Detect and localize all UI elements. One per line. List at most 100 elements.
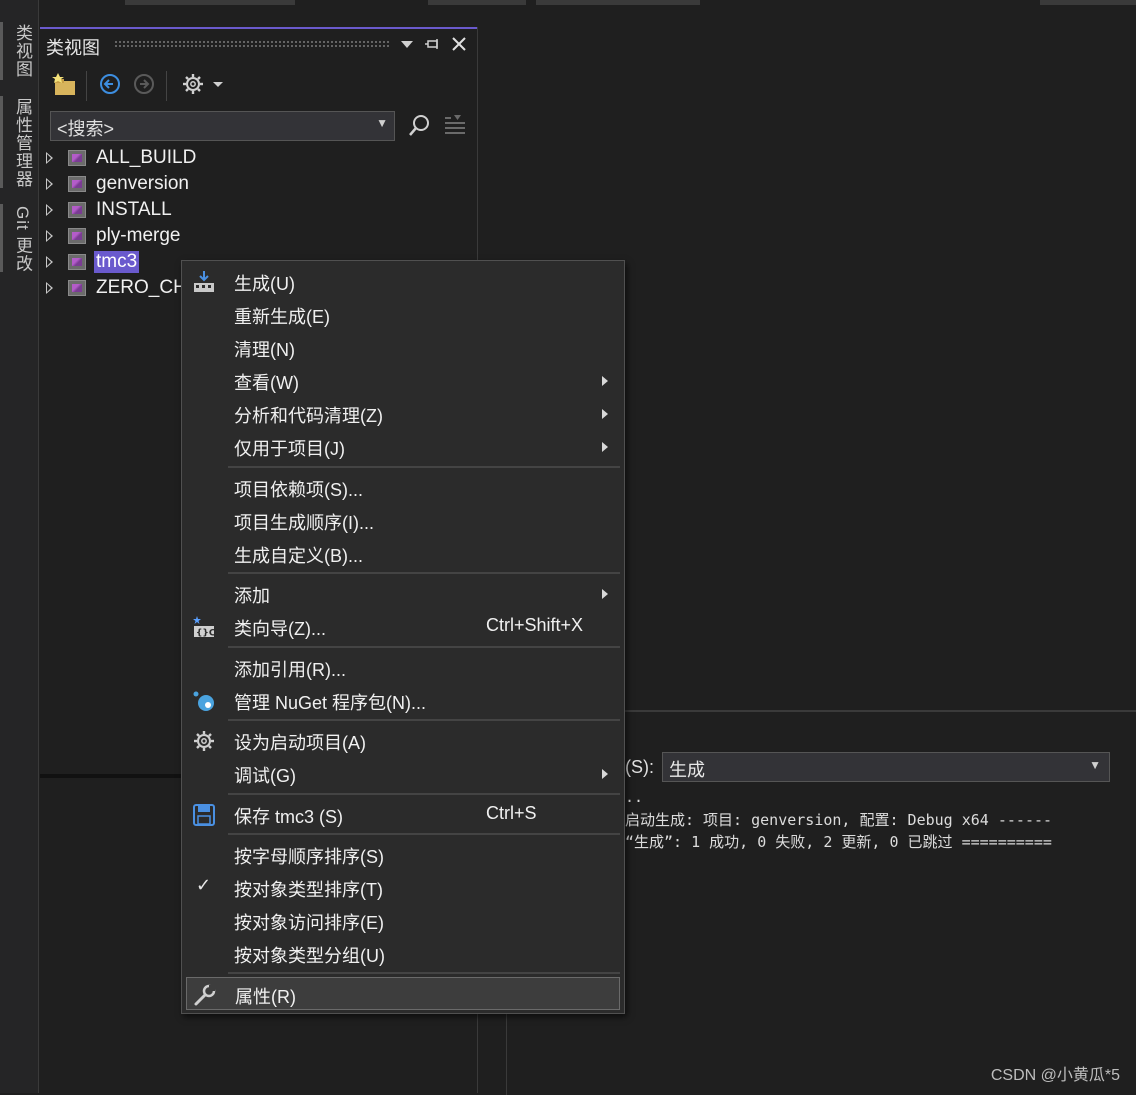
gear-icon bbox=[192, 729, 216, 753]
menu-item-shortcut: Ctrl+Shift+X bbox=[486, 615, 584, 635]
menu-item-analyze[interactable]: 分析和代码清理(Z) bbox=[186, 397, 620, 430]
wrench-icon bbox=[193, 983, 217, 1007]
menu-separator bbox=[228, 793, 620, 795]
side-tab-property-manager[interactable]: 属性管理器 bbox=[10, 98, 35, 188]
output-line: “生成”: 1 成功, 0 失败, 2 更新, 0 已跳过 ========== bbox=[625, 833, 1052, 851]
menu-item-add[interactable]: 添加 bbox=[186, 577, 620, 610]
menu-item-add-reference[interactable]: 添加引用(R)... bbox=[186, 651, 620, 684]
menu-item-label: 生成(U) bbox=[234, 274, 295, 294]
tree-item-label: genversion bbox=[96, 173, 189, 194]
project-icon bbox=[68, 228, 86, 244]
menu-item-properties[interactable]: 属性(R) bbox=[186, 977, 620, 1010]
expand-arrow-icon[interactable] bbox=[46, 282, 53, 294]
menu-item-label: 调试(G) bbox=[234, 766, 296, 786]
chevron-down-icon[interactable]: ▼ bbox=[1089, 758, 1101, 772]
side-tool-strip: 类视图 属性管理器 Git 更改 bbox=[0, 0, 39, 1093]
menu-item-label: 生成自定义(B)... bbox=[234, 546, 363, 566]
menu-separator bbox=[228, 572, 620, 574]
menu-item-sort-access[interactable]: 按对象访问排序(E) bbox=[186, 904, 620, 937]
side-tab-git-changes[interactable]: Git 更改 bbox=[10, 206, 35, 272]
gear-icon[interactable] bbox=[180, 69, 206, 108]
output-line: .. bbox=[625, 788, 644, 806]
new-folder-icon[interactable] bbox=[52, 71, 78, 108]
menu-item-build-order[interactable]: 项目生成顺序(I)... bbox=[186, 504, 620, 537]
menu-item-label: 按对象类型分组(U) bbox=[234, 946, 385, 966]
menu-item-label: 项目生成顺序(I)... bbox=[234, 513, 374, 533]
toolbar-separator bbox=[86, 71, 87, 101]
project-icon bbox=[68, 280, 86, 296]
menu-separator bbox=[228, 466, 620, 468]
close-icon[interactable] bbox=[450, 33, 468, 60]
menu-item-group-type[interactable]: 按对象类型分组(U) bbox=[186, 937, 620, 970]
output-source-label: (S): bbox=[625, 757, 654, 777]
tree-item-label: INSTALL bbox=[96, 199, 172, 220]
output-source-select[interactable]: 生成 ▼ bbox=[662, 752, 1110, 782]
menu-item-sort-alpha[interactable]: 按字母顺序排序(S) bbox=[186, 838, 620, 871]
menu-item-label: 按对象访问排序(E) bbox=[234, 913, 384, 933]
menu-item-debug[interactable]: 调试(G) bbox=[186, 757, 620, 790]
watermark: CSDN @小黄瓜*5 bbox=[990, 1067, 1120, 1084]
pin-icon[interactable] bbox=[424, 33, 442, 60]
menu-item-label: 按字母顺序排序(S) bbox=[234, 847, 384, 867]
menu-item-sort-type[interactable]: ✓ 按对象类型排序(T) bbox=[186, 871, 620, 904]
submenu-arrow-icon bbox=[602, 589, 608, 599]
document-tab[interactable] bbox=[536, 0, 700, 5]
menu-item-rebuild[interactable]: 重新生成(E) bbox=[186, 298, 620, 331]
menu-item-dependencies[interactable]: 项目依赖项(S)... bbox=[186, 471, 620, 504]
menu-item-class-wizard[interactable]: {}C 类向导(Z)... Ctrl+Shift+X bbox=[186, 610, 620, 643]
menu-separator bbox=[228, 719, 620, 721]
chevron-down-icon[interactable] bbox=[212, 69, 224, 108]
output-line: 启动生成: 项目: genversion, 配置: Debug x64 ----… bbox=[625, 811, 1053, 829]
side-tab-class-view[interactable]: 类视图 bbox=[10, 24, 35, 78]
expand-arrow-icon[interactable] bbox=[46, 256, 53, 268]
toolbar-separator bbox=[166, 71, 167, 101]
search-input[interactable]: <搜索> ▼ bbox=[50, 111, 395, 141]
menu-item-save[interactable]: 保存 tmc3 (S) Ctrl+S bbox=[186, 798, 620, 831]
document-tab[interactable] bbox=[125, 0, 295, 5]
class-view-toolbar bbox=[48, 69, 468, 105]
expand-arrow-icon[interactable] bbox=[46, 178, 53, 190]
project-icon bbox=[68, 176, 86, 192]
side-tab-indicator bbox=[0, 96, 3, 188]
search-icon[interactable] bbox=[408, 113, 432, 144]
project-icon bbox=[68, 150, 86, 166]
menu-item-view[interactable]: 查看(W) bbox=[186, 364, 620, 397]
back-icon[interactable] bbox=[98, 69, 122, 108]
menu-item-build[interactable]: 生成(U) bbox=[186, 265, 620, 298]
menu-item-label: 仅用于项目(J) bbox=[234, 439, 345, 459]
document-tab[interactable] bbox=[1040, 0, 1136, 5]
menu-item-shortcut: Ctrl+S bbox=[486, 803, 537, 823]
submenu-arrow-icon bbox=[602, 376, 608, 386]
filter-list-icon[interactable] bbox=[443, 114, 467, 143]
menu-item-label: 设为启动项目(A) bbox=[234, 733, 366, 753]
check-icon: ✓ bbox=[196, 875, 212, 895]
expand-arrow-icon[interactable] bbox=[46, 204, 53, 216]
menu-item-label: 添加引用(R)... bbox=[234, 660, 346, 680]
menu-separator bbox=[228, 646, 620, 648]
tree-item-label: tmc3 bbox=[94, 251, 140, 273]
expand-arrow-icon[interactable] bbox=[46, 152, 53, 164]
save-icon bbox=[192, 803, 216, 827]
menu-item-set-startup[interactable]: 设为启动项目(A) bbox=[186, 724, 620, 757]
forward-icon[interactable] bbox=[132, 69, 156, 108]
side-tab-indicator bbox=[0, 204, 3, 272]
submenu-arrow-icon bbox=[602, 409, 608, 419]
menu-item-build-customizations[interactable]: 生成自定义(B)... bbox=[186, 537, 620, 570]
menu-item-project-only[interactable]: 仅用于项目(J) bbox=[186, 430, 620, 463]
submenu-arrow-icon bbox=[602, 769, 608, 779]
chevron-down-icon[interactable]: ▼ bbox=[376, 116, 388, 130]
menu-item-label: 添加 bbox=[234, 586, 270, 606]
document-tab[interactable] bbox=[428, 0, 526, 5]
menu-separator bbox=[228, 972, 620, 974]
chevron-down-icon[interactable] bbox=[400, 33, 414, 60]
submenu-arrow-icon bbox=[602, 442, 608, 452]
svg-text:{}C: {}C bbox=[196, 629, 216, 639]
tree-item-label: ALL_BUILD bbox=[96, 147, 197, 168]
expand-arrow-icon[interactable] bbox=[46, 230, 53, 242]
menu-item-manage-nuget[interactable]: 管理 NuGet 程序包(N)... bbox=[186, 684, 620, 717]
menu-item-label: 管理 NuGet 程序包(N)... bbox=[234, 693, 427, 713]
drag-grip[interactable] bbox=[114, 40, 390, 48]
menu-item-label: 分析和代码清理(Z) bbox=[234, 406, 383, 426]
menu-item-label: 查看(W) bbox=[234, 373, 299, 393]
menu-item-clean[interactable]: 清理(N) bbox=[186, 331, 620, 364]
